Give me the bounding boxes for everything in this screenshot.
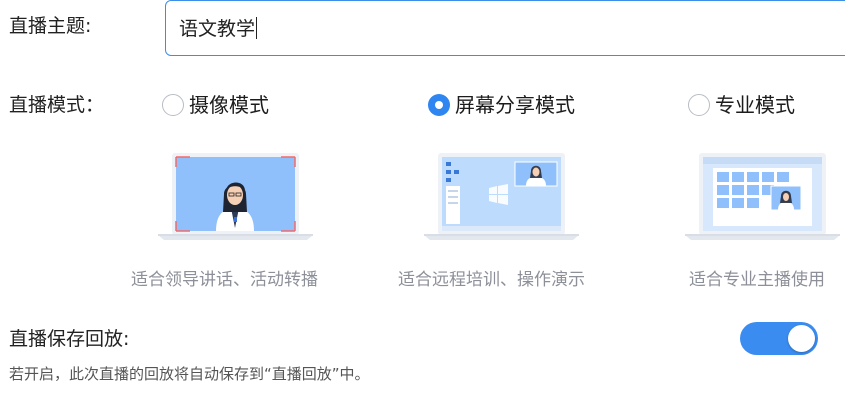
camera-mode-caption: 适合领导讲话、活动转播 — [131, 270, 318, 290]
pro-mode-label[interactable]: 专业模式 — [715, 91, 795, 119]
pro-mode-caption: 适合专业主播使用 — [689, 270, 825, 290]
topic-input[interactable]: 语文教学 — [165, 0, 845, 56]
replay-label: 直播保存回放: — [9, 328, 130, 350]
pro-mode-illustration[interactable] — [685, 150, 840, 245]
topic-label: 直播主题: — [9, 15, 92, 37]
text-caret — [256, 17, 258, 39]
replay-description: 若开启，此次直播的回放将自动保存到“直播回放”中。 — [9, 365, 370, 383]
screen-share-mode-label[interactable]: 屏幕分享模式 — [455, 91, 575, 119]
camera-mode-label[interactable]: 摄像模式 — [189, 91, 269, 119]
screen-share-illustration[interactable] — [424, 150, 579, 245]
mode-label: 直播模式： — [9, 94, 105, 116]
camera-mode-radio[interactable] — [162, 94, 184, 116]
mode-option-camera[interactable]: 摄像模式 — [162, 87, 269, 123]
mode-option-professional[interactable]: 专业模式 — [688, 87, 795, 123]
screen-share-mode-radio[interactable] — [428, 94, 450, 116]
pro-mode-radio[interactable] — [688, 94, 710, 116]
mode-option-screen-share[interactable]: 屏幕分享模式 — [428, 87, 575, 123]
replay-toggle[interactable] — [740, 322, 818, 355]
screen-share-mode-caption: 适合远程培训、操作演示 — [398, 270, 585, 290]
camera-mode-illustration[interactable] — [158, 150, 313, 245]
toggle-knob — [788, 325, 815, 352]
topic-input-value[interactable]: 语文教学 — [179, 15, 258, 43]
